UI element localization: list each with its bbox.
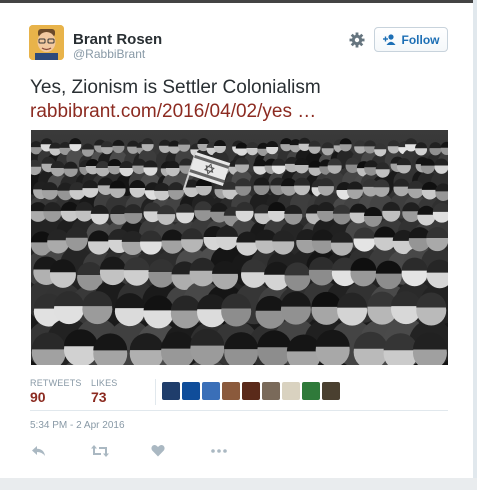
liker-avatar-8[interactable] [302,382,320,400]
author-handle[interactable]: @RabbiBrant [73,47,145,61]
liker-avatar-5[interactable] [242,382,260,400]
liker-avatar-6[interactable] [262,382,280,400]
liker-avatar-9[interactable] [322,382,340,400]
page-edge [473,0,477,478]
liker-avatar-2[interactable] [182,382,200,400]
more-icon[interactable] [210,444,228,458]
retweets-count[interactable]: 90 [30,389,46,405]
retweets-label: RETWEETS [30,378,82,388]
liker-avatar-3[interactable] [202,382,220,400]
likes-count[interactable]: 73 [91,389,107,405]
likers-avatars [162,382,340,400]
gear-icon[interactable] [347,30,367,50]
bottom-bar [0,478,477,490]
liker-avatar-4[interactable] [222,382,240,400]
add-user-icon [382,34,395,45]
author-name[interactable]: Brant Rosen [73,31,162,48]
tweet-text: Yes, Zionism is Settler Colonialism [30,77,321,98]
timestamp[interactable]: 5:34 PM - 2 Apr 2016 [30,420,125,431]
likes-label: LIKES [91,378,118,388]
follow-label: Follow [401,32,440,47]
heart-icon[interactable] [151,444,167,458]
follow-button[interactable]: Follow [374,27,448,52]
retweet-icon[interactable] [91,444,109,458]
top-border [0,0,477,3]
author-avatar[interactable] [29,25,64,60]
divider [30,410,448,411]
reply-icon[interactable] [31,444,47,458]
stats-divider [155,379,156,405]
liker-avatar-1[interactable] [162,382,180,400]
liker-avatar-7[interactable] [282,382,300,400]
tweet-photo[interactable] [31,130,448,365]
tweet-link[interactable]: rabbibrant.com/2016/04/02/yes … [30,100,316,124]
